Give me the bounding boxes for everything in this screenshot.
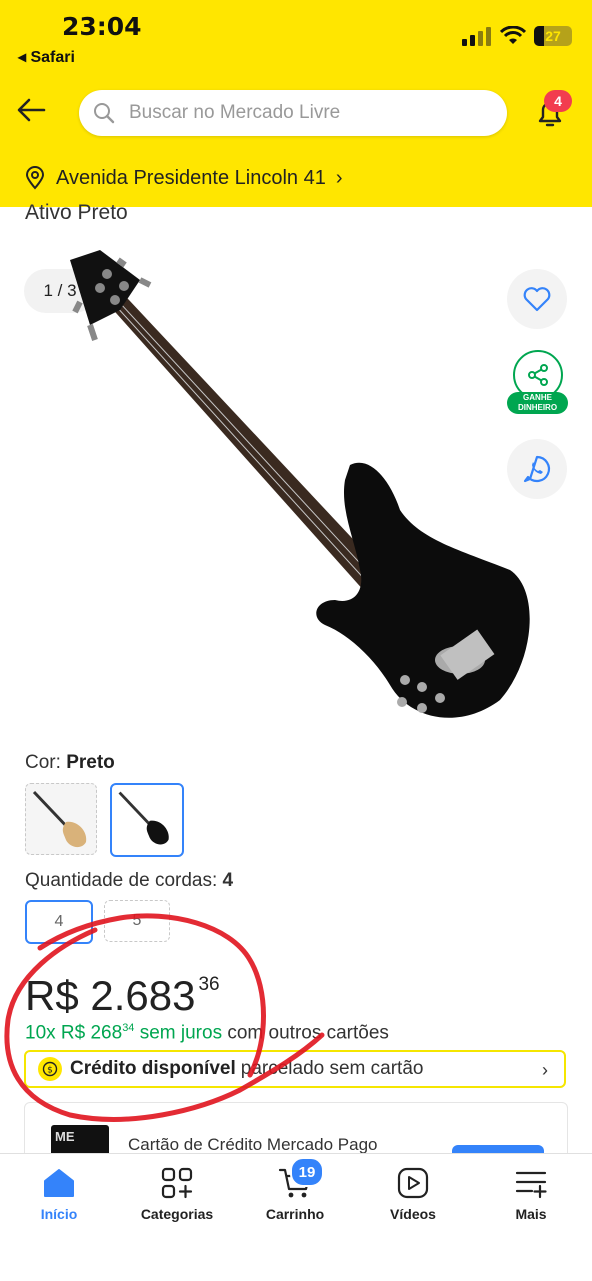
delivery-address[interactable]: Avenida Presidente Lincoln 41 ›: [24, 166, 343, 190]
categories-icon: [161, 1167, 193, 1199]
battery-icon: 27: [534, 26, 572, 46]
credit-description: parcelado sem cartão: [240, 1058, 424, 1079]
heart-icon: [523, 287, 551, 312]
whatsapp-icon: [523, 455, 551, 483]
nav-cart-label: Carrinho: [265, 1206, 325, 1222]
product-image[interactable]: [60, 240, 540, 730]
wifi-icon: [500, 26, 526, 44]
back-arrow-icon[interactable]: [14, 93, 48, 127]
price-main: R$ 2.683: [25, 972, 196, 1019]
installments-amount: 10x R$ 268: [25, 1022, 123, 1044]
cart-count-badge: 19: [290, 1157, 324, 1187]
share-icon: [528, 364, 548, 386]
card-image-text: ME: [55, 1129, 75, 1144]
color-option-natural[interactable]: [25, 783, 97, 855]
strings-option-5[interactable]: 5: [104, 900, 170, 942]
color-label-text: Cor:: [25, 752, 61, 773]
battery-level: 27: [545, 28, 561, 44]
status-icons: 27: [462, 26, 572, 46]
strings-label-text: Quantidade de cordas:: [25, 870, 218, 891]
back-app-label: Safari: [30, 49, 75, 66]
chevron-right-icon: ›: [542, 1060, 548, 1080]
product-title: Ativo Preto: [25, 201, 128, 221]
play-icon: [397, 1167, 429, 1199]
nav-videos-label: Vídeos: [390, 1206, 436, 1222]
nav-categories[interactable]: Categorias: [122, 1166, 232, 1222]
nav-home-label: Início: [40, 1206, 78, 1222]
search-icon: [94, 103, 115, 124]
address-text: Avenida Presidente Lincoln 41: [56, 166, 326, 189]
installments-other-cards: com outros cartões: [227, 1022, 389, 1044]
location-pin-icon: [25, 166, 45, 190]
search-input[interactable]: [127, 101, 471, 125]
guitar-black-thumbnail: [118, 791, 169, 845]
strings-option-4[interactable]: 4: [25, 900, 93, 944]
strings-label: Quantidade de cordas: 4: [25, 870, 233, 892]
credit-title: Crédito disponível: [70, 1058, 236, 1079]
coin-icon: $: [38, 1057, 62, 1081]
strings-value: 4: [222, 870, 234, 891]
nav-categories-label: Categorias: [140, 1206, 214, 1222]
color-value: Preto: [66, 752, 115, 773]
svg-text:$: $: [47, 1066, 53, 1076]
installments: 10x R$ 26834 sem juros com outros cartõe…: [25, 1022, 389, 1044]
status-time: 23:04: [62, 12, 142, 41]
card-offer-text: Cartão de Crédito Mercado Pago: [128, 1135, 378, 1154]
notification-badge: 4: [544, 90, 572, 112]
credit-available-banner[interactable]: $ Crédito disponível parcelado sem cartã…: [24, 1050, 566, 1088]
color-label: Cor: Preto: [25, 752, 115, 774]
back-to-safari[interactable]: ◂ Safari: [18, 47, 75, 67]
earn-money-label: GANHE DINHEIRO: [507, 392, 568, 414]
search-bar[interactable]: [79, 90, 507, 136]
guitar-natural-thumbnail: [32, 790, 87, 848]
chevron-right-icon: ›: [335, 166, 343, 189]
favorite-button[interactable]: [507, 269, 567, 329]
installments-cents: 34: [122, 1022, 135, 1034]
header: 23:04 ◂ Safari 27 4: [0, 0, 592, 207]
menu-plus-icon: [515, 1171, 547, 1199]
nav-more-label: Mais: [515, 1206, 547, 1222]
signal-icon: [462, 27, 491, 46]
home-icon: [44, 1169, 74, 1197]
nav-videos[interactable]: Vídeos: [358, 1166, 468, 1222]
price-cents: 36: [198, 974, 220, 995]
installments-interest-free: sem juros: [139, 1022, 223, 1044]
color-option-black[interactable]: [110, 783, 184, 857]
nav-home[interactable]: Início: [4, 1166, 114, 1222]
price: R$ 2.683 36: [25, 972, 220, 1020]
whatsapp-share-button[interactable]: [507, 439, 567, 499]
nav-more[interactable]: Mais: [476, 1166, 586, 1222]
